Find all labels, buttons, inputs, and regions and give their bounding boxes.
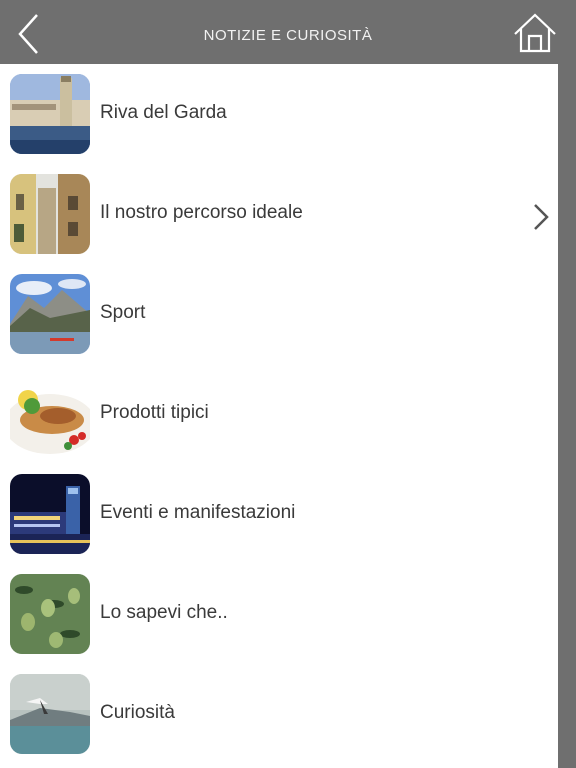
seagull-lake-photo [10, 674, 90, 754]
list-item-curiosita[interactable]: Curiosità [0, 664, 558, 764]
list-item-label: Curiosità [100, 702, 175, 723]
olive-branch-photo [10, 574, 90, 654]
scrollbar[interactable] [558, 64, 576, 768]
list-item-prodotti-tipici[interactable]: Prodotti tipici [0, 364, 558, 464]
fish-dish-photo [10, 374, 90, 454]
list-item-sport[interactable]: Sport [0, 264, 558, 364]
menu-list: Riva del Garda Il nostro percorso ideale [0, 64, 558, 768]
chevron-right-icon [534, 204, 549, 230]
home-icon [514, 13, 556, 53]
home-button[interactable] [512, 12, 558, 54]
old-town-alley-photo [10, 174, 90, 254]
lake-mountains-photo [10, 274, 90, 354]
list-item-label: Prodotti tipici [100, 402, 209, 423]
top-bar: NOTIZIE E CURIOSITÀ [0, 0, 576, 64]
list-item-label: Eventi e manifestazioni [100, 502, 296, 523]
list-item-label: Riva del Garda [100, 102, 227, 123]
list-item-riva-del-garda[interactable]: Riva del Garda [0, 64, 558, 164]
list-item-label: Sport [100, 302, 146, 323]
list-item-lo-sapevi[interactable]: Lo sapevi che.. [0, 564, 558, 664]
page-title: NOTIZIE E CURIOSITÀ [203, 27, 373, 44]
night-town-photo [10, 474, 90, 554]
riva-del-garda-photo [10, 74, 90, 154]
list-item-percorso-ideale[interactable]: Il nostro percorso ideale [0, 164, 558, 264]
list-item-label: Il nostro percorso ideale [100, 202, 303, 223]
list-item-label: Lo sapevi che.. [100, 602, 228, 623]
list-item-eventi[interactable]: Eventi e manifestazioni [0, 464, 558, 564]
